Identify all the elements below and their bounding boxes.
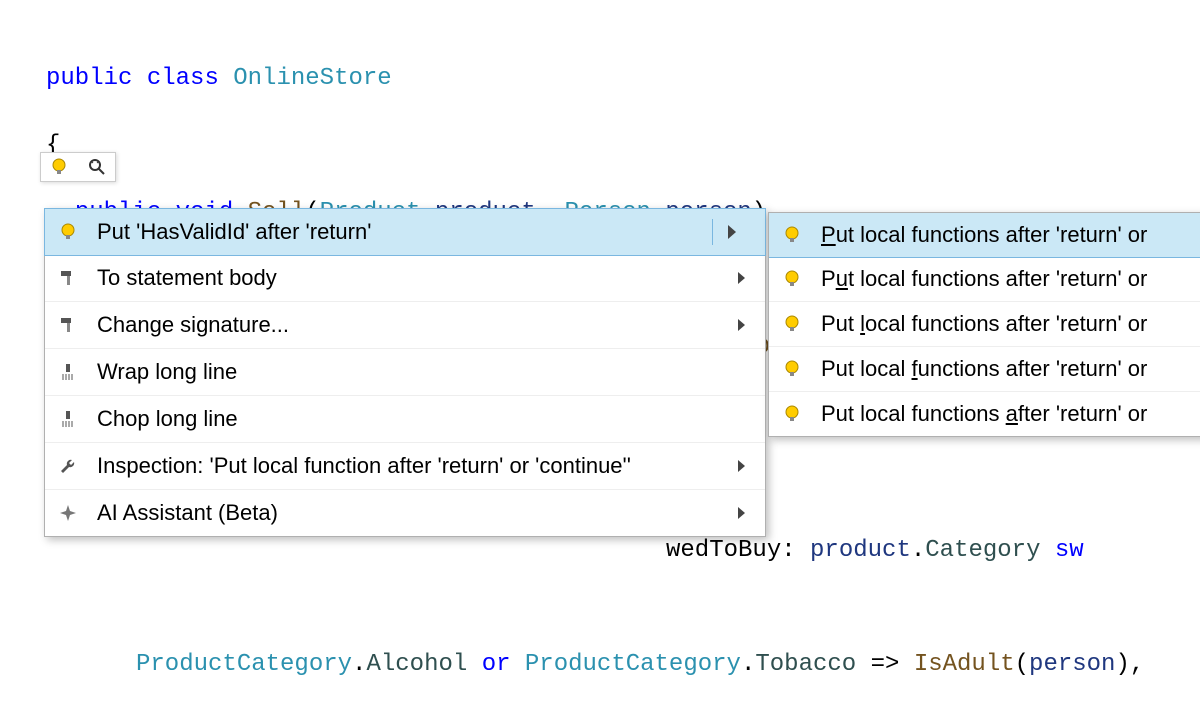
menu-label: Put local functions after 'return' or: [821, 401, 1197, 427]
lightbulb-icon: [57, 221, 79, 243]
submenu-item[interactable]: Put local functions after 'return' or: [769, 347, 1200, 392]
menu-item-change-signature[interactable]: Change signature...: [45, 302, 765, 349]
menu-label: Wrap long line: [97, 359, 753, 385]
keyword: class: [147, 65, 219, 92]
menu-label: To statement body: [97, 265, 713, 291]
menu-label: Put local functions after 'return' or: [821, 311, 1197, 337]
keyword: public: [46, 65, 132, 92]
enum-value: Alcohol: [366, 651, 467, 678]
menu-item-chop-long-line[interactable]: Chop long line: [45, 396, 765, 443]
context-menu[interactable]: Put 'HasValidId' after 'return' To state…: [44, 208, 766, 537]
code-fragment: wedToBuy: product.Category sw ProductCat…: [46, 500, 1144, 716]
method-call: IsAdult: [914, 651, 1015, 678]
menu-label: Chop long line: [97, 406, 753, 432]
menu-item-to-statement-body[interactable]: To statement body: [45, 255, 765, 302]
wrench-icon: [57, 455, 79, 477]
quick-action-bar[interactable]: [40, 152, 116, 182]
ident: person: [1029, 651, 1115, 678]
lightbulb-icon: [781, 313, 803, 335]
submenu-item[interactable]: Put local functions after 'return' or: [769, 392, 1200, 436]
menu-label: Change signature...: [97, 312, 713, 338]
property: Category: [925, 537, 1040, 564]
menu-label: Put local functions after 'return' or: [821, 356, 1197, 382]
submenu-arrow[interactable]: [712, 219, 753, 245]
brush-icon: [57, 408, 79, 430]
keyword: or: [482, 651, 511, 678]
menu-label: Put local functions after 'return' or: [821, 222, 1197, 248]
keyword: sw: [1040, 537, 1083, 564]
submenu-arrow: [731, 319, 753, 331]
menu-item-put-after-return[interactable]: Put 'HasValidId' after 'return': [44, 208, 766, 256]
menu-label: Put local functions after 'return' or: [821, 266, 1197, 292]
menu-item-inspection[interactable]: Inspection: 'Put local function after 'r…: [45, 443, 765, 490]
menu-item-wrap-long-line[interactable]: Wrap long line: [45, 349, 765, 396]
enum-value: Tobacco: [755, 651, 856, 678]
type-name: OnlineStore: [233, 65, 391, 92]
text: wedToBuy:: [666, 537, 810, 564]
menu-label: Put 'HasValidId' after 'return': [97, 219, 694, 245]
submenu-arrow: [731, 460, 753, 472]
lightbulb-icon[interactable]: [49, 157, 69, 177]
magnifier-icon[interactable]: [87, 157, 107, 177]
submenu-item[interactable]: Put local functions after 'return' or: [768, 212, 1200, 258]
submenu-item[interactable]: Put local functions after 'return' or: [769, 257, 1200, 302]
lightbulb-icon: [781, 358, 803, 380]
lightbulb-icon: [781, 403, 803, 425]
brush-icon: [57, 361, 79, 383]
lightbulb-icon: [781, 268, 803, 290]
hammer-icon: [57, 314, 79, 336]
submenu-item[interactable]: Put local functions after 'return' or: [769, 302, 1200, 347]
ident: product: [810, 537, 911, 564]
type-name: ProductCategory: [525, 651, 741, 678]
context-submenu[interactable]: Put local functions after 'return' or Pu…: [768, 212, 1200, 437]
submenu-arrow: [731, 272, 753, 284]
menu-label: Inspection: 'Put local function after 'r…: [97, 453, 713, 479]
type-name: ProductCategory: [136, 651, 352, 678]
lightbulb-icon: [781, 224, 803, 246]
hammer-icon: [57, 267, 79, 289]
